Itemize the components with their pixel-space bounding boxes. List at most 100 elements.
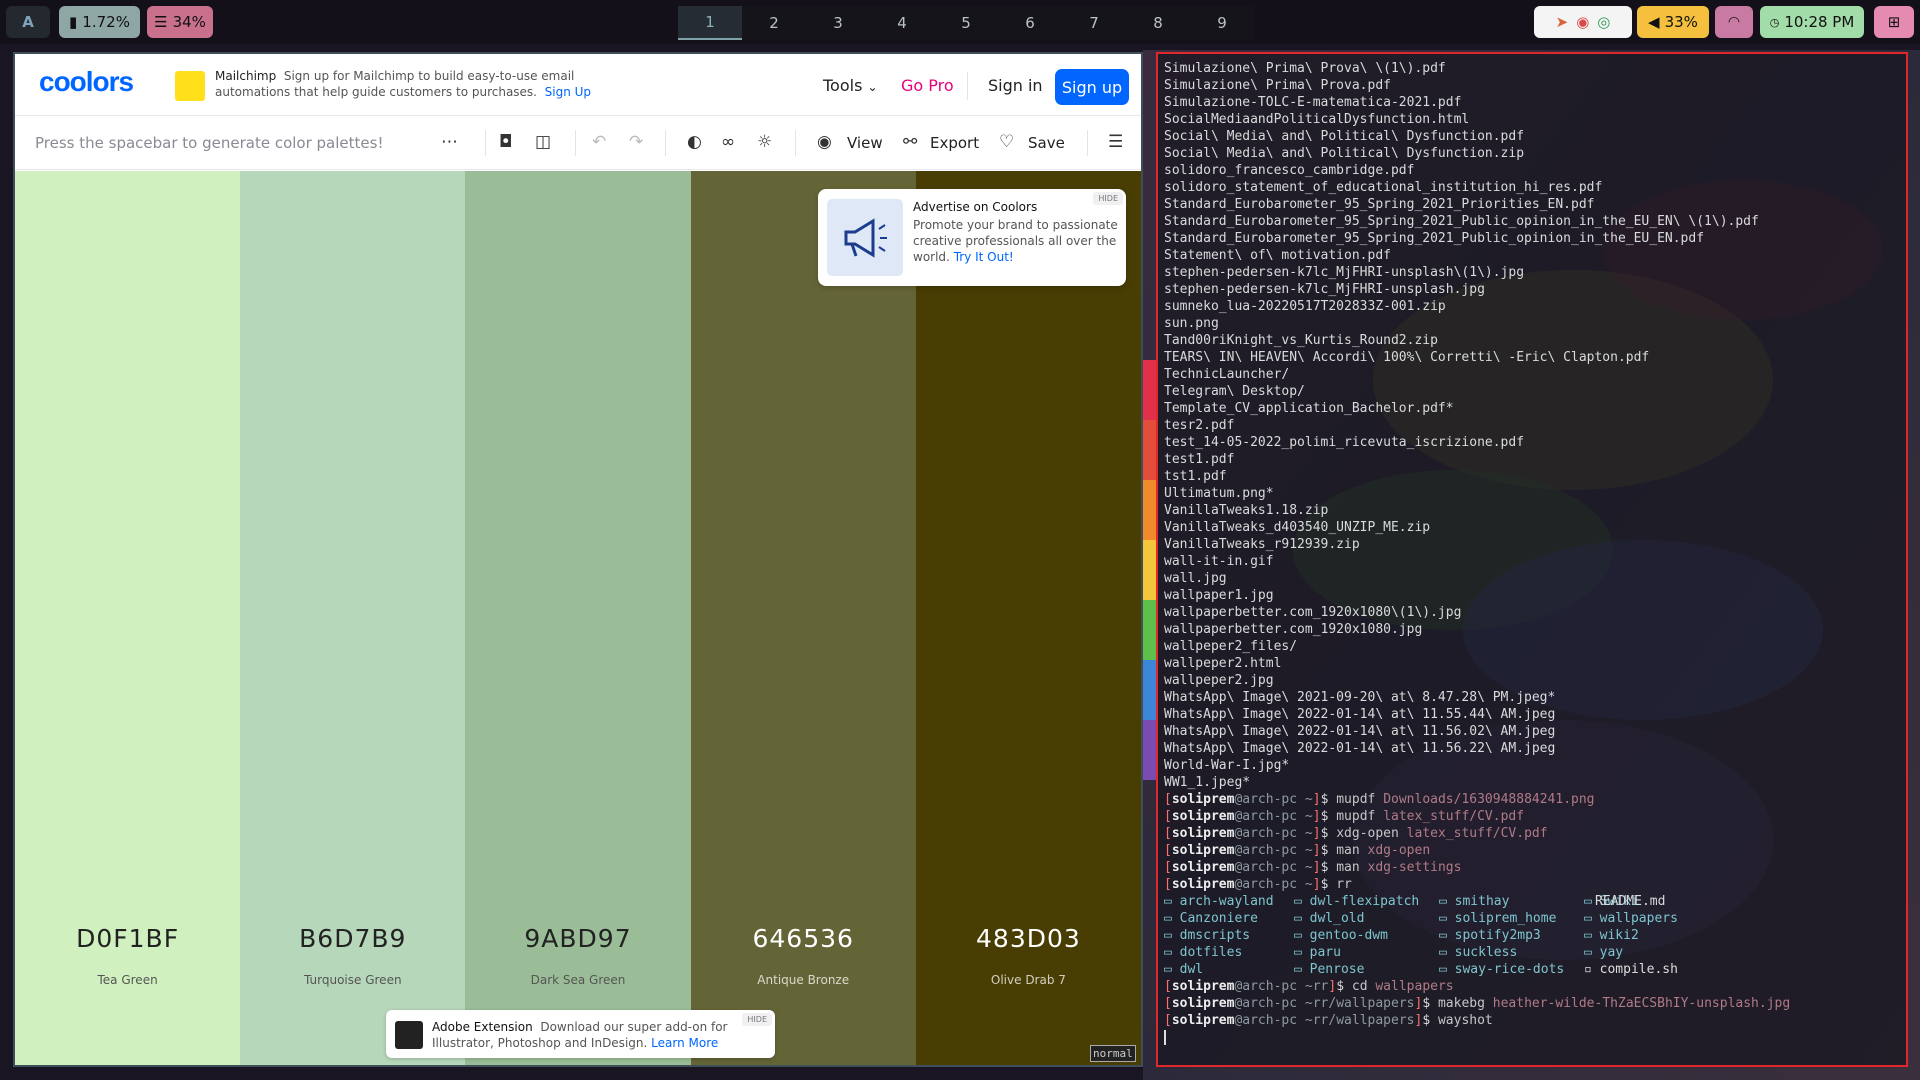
workspace-1[interactable]: 1 <box>678 6 742 40</box>
discord-icon[interactable]: ◉ <box>1576 13 1589 31</box>
color-hex[interactable]: B6D7B9 <box>240 924 465 953</box>
layout-icon[interactable]: ◫ <box>535 132 551 152</box>
vim-mode-indicator: normal <box>1090 1045 1136 1062</box>
color-hex[interactable]: D0F1BF <box>15 924 240 953</box>
file-entry: tesr2.pdf <box>1164 418 1235 433</box>
memory-widget[interactable]: ☰ 34% <box>147 6 213 38</box>
prompt-argument: xdg-open <box>1367 843 1431 858</box>
prompt-bracket: [ <box>1164 809 1172 824</box>
file-entry: Tand00riKnight_vs_Kurtis_Round2.zip <box>1164 333 1438 348</box>
prompt-command: rr <box>1336 877 1352 892</box>
workspace-6[interactable]: 6 <box>998 6 1062 40</box>
prompt-dir: ~ <box>1304 877 1313 892</box>
prompt-user: soliprem <box>1171 843 1235 858</box>
workspace-8[interactable]: 8 <box>1126 6 1190 40</box>
prompt-dir: ~ <box>1304 826 1313 841</box>
prompt-bracket: [ <box>1164 996 1172 1011</box>
generator-toolbar: Press the spacebar to generate color pal… <box>15 116 1141 170</box>
heart-icon[interactable]: ♡ <box>999 132 1014 152</box>
prompt-bracket: [ <box>1164 843 1172 858</box>
hide-ad-button[interactable]: HIDE <box>742 1013 772 1026</box>
view-button[interactable]: View <box>847 134 883 152</box>
ad-signup-link[interactable]: Sign Up <box>545 85 591 99</box>
palette-color-2[interactable]: B6D7B9 Turquoise Green <box>240 171 466 1065</box>
terminal-window[interactable]: Simulazione\ Prima\ Prova\ \(1\).pdf Simu… <box>1156 52 1908 1067</box>
color-hex[interactable]: 9ABD97 <box>465 924 690 953</box>
palette-color-4[interactable]: 646536 Antique Bronze <box>690 171 916 1065</box>
workspace-3[interactable]: 3 <box>806 6 870 40</box>
workspace-5[interactable]: 5 <box>934 6 998 40</box>
file-entry: Template_CV_application_Bachelor.pdf* <box>1164 401 1454 416</box>
file-entry: wallpaperbetter.com_1920x1080.jpg <box>1164 622 1423 637</box>
clock-widget[interactable]: ◷ 10:28 PM <box>1760 6 1864 38</box>
prompt-argument: wallpapers <box>1375 979 1454 994</box>
contrast-icon[interactable]: ◐ <box>687 132 702 152</box>
redo-icon[interactable]: ↷ <box>629 132 643 152</box>
prompt-argument: latex_stuff/CV.pdf <box>1383 809 1525 824</box>
color-hex[interactable]: 646536 <box>691 924 916 953</box>
eye-icon[interactable]: ◉ <box>817 132 832 152</box>
adobe-extension-card[interactable]: Adobe Extension Download our super add-o… <box>386 1010 775 1058</box>
whatsapp-icon[interactable]: ◎ <box>1597 13 1610 31</box>
chevron-down-icon: ⌄ <box>867 80 878 94</box>
tools-menu[interactable]: Tools ⌄ <box>823 76 878 95</box>
palette-color-5[interactable]: 483D03 Olive Drab 7 <box>915 171 1141 1065</box>
learn-more-link[interactable]: Learn More <box>651 1036 718 1050</box>
speaker-icon: ◀ <box>1648 13 1660 31</box>
workspace-9[interactable]: 9 <box>1190 6 1254 40</box>
sign-in-link[interactable]: Sign in <box>988 76 1043 95</box>
workspace-4[interactable]: 4 <box>870 6 934 40</box>
file-entry: wall.jpg <box>1164 571 1227 586</box>
prompt-bracket: [ <box>1164 792 1172 807</box>
file-entry: World-War-I.jpg* <box>1164 758 1290 773</box>
file-entry: wallpeper2.jpg <box>1164 673 1274 688</box>
palette-color-1[interactable]: D0F1BF Tea Green <box>15 171 241 1065</box>
coolors-logo[interactable]: coolors <box>39 66 134 98</box>
undo-icon[interactable]: ↶ <box>592 132 606 152</box>
file-entry: wall-it-in.gif <box>1164 554 1274 569</box>
volume-widget[interactable]: ◀ 33% <box>1637 6 1709 38</box>
prompt-bracket: [ <box>1164 979 1172 994</box>
more-options-icon[interactable]: ⋯ <box>441 132 458 152</box>
wifi-widget[interactable]: ◠ <box>1715 6 1753 38</box>
cpu-widget[interactable]: ▮ 1.72% <box>59 6 140 38</box>
advertise-card[interactable]: Advertise on Coolors Promote your brand … <box>818 189 1126 286</box>
color-hex[interactable]: 483D03 <box>916 924 1141 953</box>
file-entry: Standard_Eurobarometer_95_Spring_2021_Pu… <box>1164 231 1705 246</box>
workspace-2[interactable]: 2 <box>742 6 806 40</box>
go-pro-link[interactable]: Go Pro <box>901 76 954 95</box>
sign-up-button[interactable]: Sign up <box>1055 69 1129 105</box>
prompt-bracket: ] <box>1312 860 1321 875</box>
hamburger-menu-icon[interactable]: ☰ <box>1108 132 1123 152</box>
try-it-out-link[interactable]: Try It Out! <box>954 250 1014 264</box>
telegram-icon[interactable]: ➤ <box>1556 13 1569 31</box>
workspace-7[interactable]: 7 <box>1062 6 1126 40</box>
prompt-user: soliprem <box>1171 860 1235 875</box>
brightness-icon[interactable]: ☼ <box>757 132 772 152</box>
mailchimp-logo[interactable] <box>175 71 205 101</box>
wifi-icon: ◠ <box>1727 14 1741 30</box>
export-button[interactable]: Export <box>930 134 979 152</box>
cpu-value: 1.72% <box>82 13 130 31</box>
file-entry: Simulazione\ Prima\ Prova\ \(1\).pdf <box>1164 61 1446 76</box>
glasses-icon[interactable]: ∞ <box>721 132 735 152</box>
palette-color-3[interactable]: 9ABD97 Dark Sea Green <box>465 171 691 1065</box>
hide-ad-button[interactable]: HIDE <box>1093 192 1123 205</box>
share-icon[interactable]: ⚯ <box>903 132 917 152</box>
file-entry: Social\ Media\ and\ Political\ Dysfuncti… <box>1164 129 1525 144</box>
dir-entry: ▭ sway-rice-dots <box>1439 962 1565 977</box>
top-bar: A ▮ 1.72% ☰ 34% 1 2 3 4 5 6 7 8 9 ➤ ◉ ◎ ◀ 3… <box>0 0 1920 44</box>
prompt-dir: ~ <box>1304 843 1313 858</box>
launcher-button[interactable]: A <box>6 6 50 38</box>
clock-value: 10:28 PM <box>1784 13 1855 31</box>
advertise-title: Advertise on Coolors <box>913 200 1038 214</box>
divider <box>1087 130 1088 156</box>
camera-icon[interactable]: ◘ <box>499 132 512 152</box>
power-button[interactable]: ⊞ <box>1874 6 1914 38</box>
save-button[interactable]: Save <box>1028 134 1065 152</box>
color-palette: D0F1BF Tea Green B6D7B9 Turquoise Green 9ABD… <box>15 171 1141 1065</box>
